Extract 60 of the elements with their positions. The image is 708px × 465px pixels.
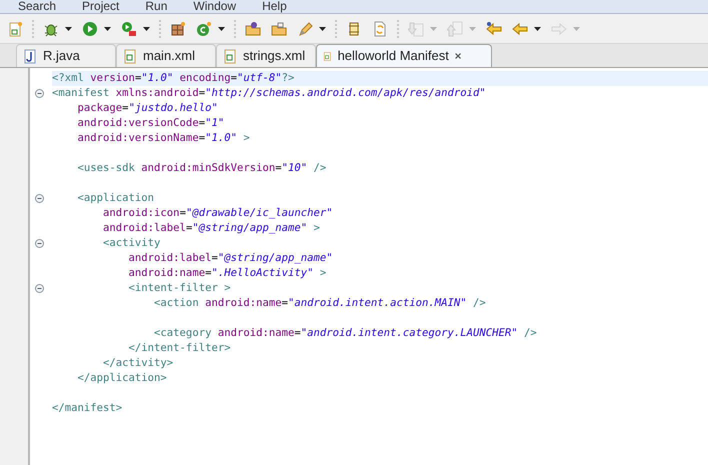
folder-icon (271, 20, 287, 36)
editor-tab[interactable]: main.xml (116, 44, 216, 67)
java-file-icon (23, 48, 37, 64)
caret-icon (469, 26, 476, 30)
caret-icon (104, 26, 111, 30)
down-arrow-document-icon (408, 20, 424, 36)
code-line: android:label="@string/app_name" > (102, 222, 320, 234)
scroll-icon (346, 20, 362, 36)
fold-icon[interactable] (34, 284, 44, 293)
pen-icon (297, 20, 313, 36)
android-file-icon (7, 20, 23, 36)
caret-icon (573, 26, 580, 30)
caret-icon (534, 26, 541, 30)
code-line: </activity> (102, 357, 174, 369)
caret-icon (218, 26, 225, 30)
code-line: </manifest> (52, 402, 122, 414)
menu-item[interactable]: Run (145, 0, 168, 13)
code-line: android:versionCode="1" (76, 117, 224, 129)
xml-file-icon (123, 48, 137, 64)
editor-tab[interactable]: R.java (16, 44, 116, 67)
code-line: android:versionName="1.0" > (76, 132, 250, 144)
up-arrow-document-icon (447, 20, 463, 36)
caret-icon (143, 26, 150, 30)
code-line: <activity (102, 237, 160, 249)
class-icon (196, 20, 212, 36)
menu-item[interactable]: Search (18, 0, 56, 13)
code-line: <intent-filter > (128, 282, 231, 294)
code-line: <application (76, 192, 154, 204)
arrow-left-icon (512, 20, 528, 36)
run-tool-icon (121, 20, 137, 36)
menu-item[interactable]: Help (262, 0, 287, 13)
folder-icon (245, 20, 261, 36)
arrow-left-icon (486, 20, 502, 36)
code-line: </intent-filter> (128, 342, 231, 354)
caret-icon (65, 26, 72, 30)
run-icon (82, 20, 98, 36)
caret-icon (319, 26, 326, 30)
code-line: <action android:name="android.intent.action.MAIN" /> (153, 297, 486, 309)
close-icon[interactable] (454, 51, 461, 61)
code-line: </application> (76, 372, 167, 384)
fold-icon[interactable] (34, 194, 44, 203)
editor-tab[interactable]: helloworld Manifest (316, 44, 492, 67)
menu-item[interactable]: Project (82, 0, 120, 13)
caret-icon (430, 26, 437, 30)
code-line: <manifest xmlns:android="http://schemas.android.com/apk/res/android" (52, 87, 486, 99)
code-line: android:name=".HelloActivity" > (128, 267, 326, 279)
code-line: <?xml version="1.0" encoding="utf-8"?> (52, 72, 294, 84)
code-line: <uses-sdk android:minSdkVersion="10" /> (76, 162, 326, 174)
grid-icon (170, 20, 186, 36)
code-line: android:icon="@drawable/ic_launcher" (102, 207, 333, 219)
code-line: <category android:name="android.intent.category.LAUNCHER" /> (153, 327, 537, 339)
editor-tab[interactable]: strings.xml (216, 44, 316, 67)
fold-icon[interactable] (34, 239, 44, 248)
refresh-document-icon (372, 20, 388, 36)
code-line: package="justdo.hello" (76, 102, 218, 114)
code-line: android:label="@string/app_name" (128, 252, 333, 264)
arrow-right-icon (551, 20, 567, 36)
fold-icon[interactable] (34, 89, 44, 98)
menu-item[interactable]: Window (193, 0, 236, 13)
xml-file-icon (223, 48, 237, 64)
